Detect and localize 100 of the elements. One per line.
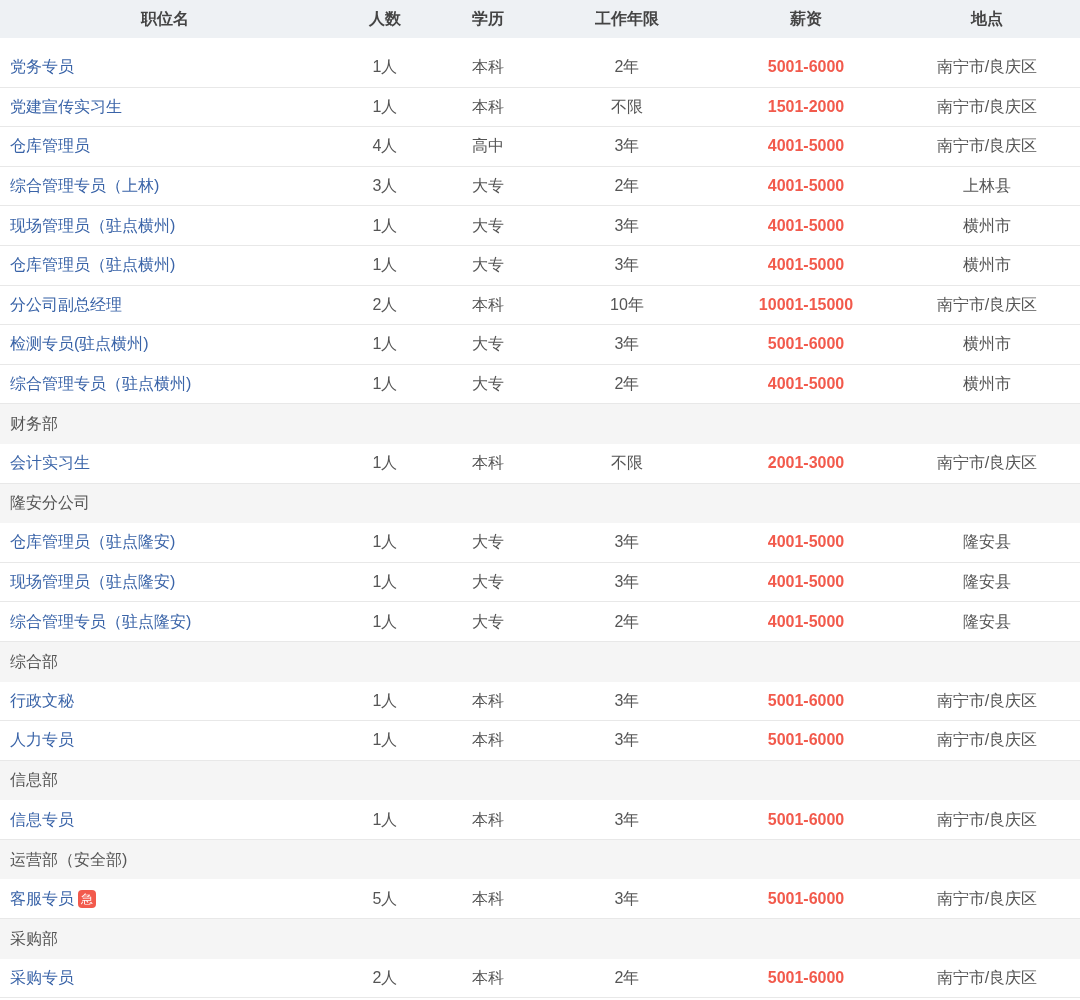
salary-cell-text: 4001-5000 bbox=[767, 255, 845, 276]
education-cell-text: 大专 bbox=[472, 176, 504, 197]
headcount-cell-text: 1人 bbox=[372, 532, 398, 553]
location-cell-text: 南宁市/良庆区 bbox=[936, 730, 1038, 751]
experience-cell-text: 2年 bbox=[614, 176, 640, 197]
experience-cell-text: 3年 bbox=[614, 888, 640, 909]
location-cell-text: 横州市 bbox=[963, 334, 1011, 355]
location-cell-text: 横州市 bbox=[963, 374, 1011, 395]
salary-cell-text: 4001-5000 bbox=[767, 611, 845, 632]
salary-cell-text: 5001-6000 bbox=[767, 888, 845, 909]
location-cell-text: 南宁市/良庆区 bbox=[936, 690, 1038, 711]
salary-cell-text: 5001-6000 bbox=[767, 690, 845, 711]
experience-cell-text: 不限 bbox=[611, 453, 643, 474]
headcount-cell-text: 2人 bbox=[372, 294, 398, 315]
salary-cell-text: 4001-5000 bbox=[767, 176, 845, 197]
job-title-link[interactable]: 客服专员 bbox=[10, 886, 74, 911]
salary-cell-text: 5001-6000 bbox=[767, 334, 845, 355]
salary-cell-text: 4001-5000 bbox=[767, 374, 845, 395]
education-cell-text: 本科 bbox=[472, 730, 504, 751]
column-header: 地点 bbox=[971, 9, 1003, 29]
salary-cell-text: 2001-3000 bbox=[767, 453, 845, 474]
job-title-link[interactable]: 综合管理专员（驻点横州) bbox=[10, 372, 192, 397]
job-title-link[interactable]: 行政文秘 bbox=[10, 688, 74, 713]
column-header: 职位名 bbox=[141, 9, 189, 29]
headcount-cell-text: 1人 bbox=[372, 809, 398, 830]
experience-cell-text: 2年 bbox=[614, 967, 640, 988]
experience-cell-text: 3年 bbox=[614, 809, 640, 830]
headcount-cell-text: 1人 bbox=[372, 690, 398, 711]
headcount-cell-text: 1人 bbox=[372, 334, 398, 355]
urgent-badge: 急 bbox=[78, 889, 96, 908]
location-cell-text: 南宁市/良庆区 bbox=[936, 967, 1038, 988]
department-heading: 隆安分公司 bbox=[10, 493, 90, 514]
location-cell-text: 南宁市/良庆区 bbox=[936, 57, 1038, 78]
education-cell-text: 本科 bbox=[472, 294, 504, 315]
experience-cell-text: 2年 bbox=[614, 374, 640, 395]
education-cell-text: 大专 bbox=[472, 532, 504, 553]
headcount-cell-text: 5人 bbox=[372, 888, 398, 909]
job-title-link[interactable]: 仓库管理员（驻点隆安) bbox=[10, 530, 176, 555]
experience-cell-text: 不限 bbox=[611, 96, 643, 117]
department-heading: 财务部 bbox=[10, 414, 58, 435]
education-cell-text: 本科 bbox=[472, 96, 504, 117]
job-title-link[interactable]: 综合管理专员（驻点隆安) bbox=[10, 609, 192, 634]
experience-cell-text: 3年 bbox=[614, 334, 640, 355]
education-cell-text: 高中 bbox=[472, 136, 504, 157]
experience-cell-text: 2年 bbox=[614, 611, 640, 632]
education-cell-text: 本科 bbox=[472, 453, 504, 474]
education-cell-text: 大专 bbox=[472, 255, 504, 276]
headcount-cell-text: 1人 bbox=[372, 255, 398, 276]
location-cell-text: 南宁市/良庆区 bbox=[936, 809, 1038, 830]
job-title-link[interactable]: 会计实习生 bbox=[10, 451, 90, 476]
experience-cell-text: 3年 bbox=[614, 690, 640, 711]
education-cell-text: 本科 bbox=[472, 57, 504, 78]
job-title-link[interactable]: 采购专员 bbox=[10, 965, 74, 990]
headcount-cell-text: 1人 bbox=[372, 453, 398, 474]
salary-cell-text: 5001-6000 bbox=[767, 57, 845, 78]
experience-cell-text: 3年 bbox=[614, 136, 640, 157]
education-cell-text: 本科 bbox=[472, 967, 504, 988]
headcount-cell-text: 4人 bbox=[372, 136, 398, 157]
experience-cell-text: 3年 bbox=[614, 730, 640, 751]
department-heading: 信息部 bbox=[10, 770, 58, 791]
department-heading: 运营部（安全部) bbox=[10, 849, 128, 870]
salary-cell-text: 5001-6000 bbox=[767, 967, 845, 988]
job-title-link[interactable]: 分公司副总经理 bbox=[10, 292, 122, 317]
job-title-link[interactable]: 仓库管理员 bbox=[10, 134, 90, 159]
job-title-link[interactable]: 信息专员 bbox=[10, 807, 74, 832]
salary-cell-text: 4001-5000 bbox=[767, 572, 845, 592]
experience-cell-text: 2年 bbox=[614, 57, 640, 78]
education-cell-text: 大专 bbox=[472, 334, 504, 355]
location-cell-text: 南宁市/良庆区 bbox=[936, 453, 1038, 474]
column-header: 人数 bbox=[369, 9, 401, 29]
job-title-link[interactable]: 党建宣传实习生 bbox=[10, 94, 122, 119]
education-cell-text: 本科 bbox=[472, 690, 504, 711]
education-cell-text: 大专 bbox=[472, 611, 504, 632]
experience-cell-text: 3年 bbox=[614, 255, 640, 276]
education-cell-text: 本科 bbox=[472, 888, 504, 909]
location-cell-text: 隆安县 bbox=[963, 532, 1011, 553]
salary-cell-text: 5001-6000 bbox=[767, 730, 845, 751]
location-cell-text: 南宁市/良庆区 bbox=[936, 96, 1038, 117]
column-header: 学历 bbox=[472, 9, 504, 29]
experience-cell-text: 3年 bbox=[614, 572, 640, 592]
job-title-link[interactable]: 现场管理员（驻点隆安) bbox=[10, 570, 176, 594]
salary-cell-text: 5001-6000 bbox=[767, 809, 845, 830]
job-title-link[interactable]: 人力专员 bbox=[10, 728, 74, 753]
job-title-link[interactable]: 现场管理员（驻点横州) bbox=[10, 213, 176, 238]
location-cell-text: 隆安县 bbox=[963, 611, 1011, 632]
education-cell-text: 本科 bbox=[472, 809, 504, 830]
location-cell-text: 南宁市/良庆区 bbox=[936, 888, 1038, 909]
salary-cell-text: 4001-5000 bbox=[767, 136, 845, 157]
headcount-cell-text: 3人 bbox=[372, 176, 398, 197]
headcount-cell-text: 1人 bbox=[372, 611, 398, 632]
education-cell-text: 大专 bbox=[472, 572, 504, 592]
job-title-link[interactable]: 党务专员 bbox=[10, 55, 74, 80]
headcount-cell-text: 1人 bbox=[372, 96, 398, 117]
salary-cell-text: 1501-2000 bbox=[767, 96, 845, 117]
job-title-link[interactable]: 检测专员(驻点横州) bbox=[10, 332, 149, 357]
job-title-link[interactable]: 仓库管理员（驻点横州) bbox=[10, 253, 176, 278]
job-title-link[interactable]: 综合管理专员（上林) bbox=[10, 174, 160, 199]
salary-cell-text: 10001-15000 bbox=[758, 294, 854, 315]
location-cell-text: 南宁市/良庆区 bbox=[936, 136, 1038, 157]
column-header: 薪资 bbox=[790, 9, 822, 29]
